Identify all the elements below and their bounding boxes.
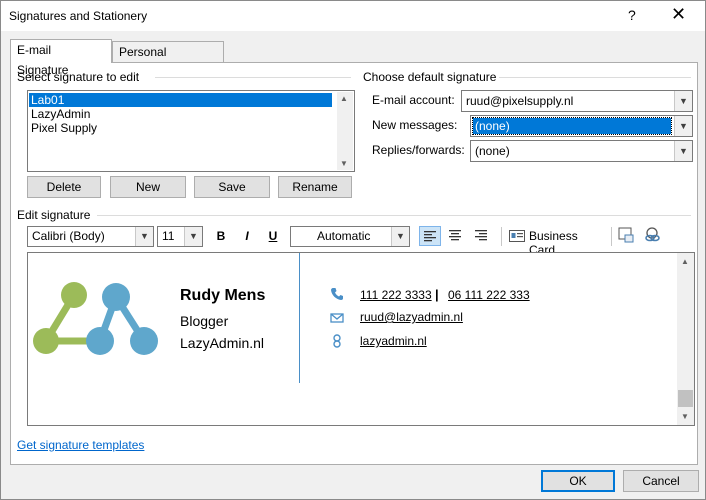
scroll-up-icon[interactable]: ▲: [340, 94, 348, 103]
email-account-value: ruud@pixelsupply.nl: [466, 94, 574, 108]
chevron-down-icon[interactable]: ▼: [674, 116, 692, 136]
ok-button[interactable]: OK: [541, 470, 615, 492]
phone-icon: [331, 288, 343, 300]
email-account-label: E-mail account:: [372, 93, 455, 107]
chevron-down-icon[interactable]: ▼: [184, 227, 202, 246]
font-color-select[interactable]: Automatic ▼: [290, 226, 410, 247]
signatures-dialog: Signatures and Stationery ? ✕ E-mail Sig…: [0, 0, 706, 500]
new-messages-label: New messages:: [372, 118, 458, 132]
editor-scrollbar[interactable]: ▲ ▼: [677, 253, 694, 425]
scroll-down-icon[interactable]: ▼: [681, 412, 689, 421]
signature-name: Rudy Mens: [180, 287, 266, 304]
align-center-icon: [449, 230, 461, 241]
font-size-select[interactable]: 11 ▼: [157, 226, 203, 247]
choose-default-label: Choose default signature: [363, 70, 497, 84]
new-button[interactable]: New: [110, 176, 186, 198]
signature-list[interactable]: Lab01 LazyAdmin Pixel Supply ▲ ▼: [27, 90, 355, 172]
phone-separator: |: [435, 287, 439, 302]
title-bar: Signatures and Stationery ? ✕: [1, 1, 705, 31]
chevron-down-icon[interactable]: ▼: [674, 141, 692, 161]
help-button[interactable]: ?: [628, 7, 636, 23]
tab-email-signature[interactable]: E-mail Signature: [10, 39, 112, 77]
align-left-button[interactable]: [419, 226, 441, 246]
scroll-down-icon[interactable]: ▼: [340, 159, 348, 168]
picture-icon: [618, 227, 634, 243]
hyperlink-icon: [645, 227, 660, 242]
cancel-button[interactable]: Cancel: [623, 470, 699, 492]
delete-button[interactable]: Delete: [27, 176, 101, 198]
signature-site: LazyAdmin.nl: [180, 335, 265, 351]
close-button[interactable]: ✕: [671, 4, 686, 25]
select-separator: [155, 77, 351, 78]
business-card-button[interactable]: Business Card: [507, 226, 607, 257]
chevron-down-icon[interactable]: ▼: [135, 227, 153, 246]
window-title: Signatures and Stationery: [9, 9, 148, 23]
rename-button[interactable]: Rename: [278, 176, 352, 198]
get-signature-templates-link[interactable]: Get signature templates: [17, 438, 144, 452]
list-item[interactable]: LazyAdmin: [29, 107, 332, 121]
default-separator: [499, 77, 691, 78]
signature-editor[interactable]: Rudy Mens Blogger LazyAdmin.nl 111 222 3…: [27, 252, 695, 426]
align-right-icon: [475, 230, 487, 241]
insert-picture-button[interactable]: [617, 226, 637, 246]
lazyadmin-logo: [33, 282, 158, 355]
scroll-up-icon[interactable]: ▲: [681, 257, 689, 266]
signature-role: Blogger: [180, 313, 229, 329]
chevron-down-icon[interactable]: ▼: [674, 91, 692, 111]
replies-forwards-label: Replies/forwards:: [372, 143, 465, 157]
phone-1[interactable]: 111 222 3333: [360, 288, 432, 302]
new-messages-value: (none): [472, 117, 672, 135]
business-card-icon: [509, 230, 525, 242]
signature-divider: [299, 253, 300, 383]
insert-hyperlink-button[interactable]: [643, 226, 663, 246]
italic-button[interactable]: I: [239, 226, 255, 246]
chevron-down-icon[interactable]: ▼: [391, 227, 409, 246]
list-item[interactable]: Pixel Supply: [29, 121, 332, 135]
phone-2[interactable]: 06 111 222 333: [448, 288, 530, 302]
font-select[interactable]: Calibri (Body) ▼: [27, 226, 154, 247]
email-signature-panel: Select signature to edit Lab01 LazyAdmin…: [10, 62, 698, 465]
font-value: Calibri (Body): [32, 229, 105, 243]
font-color-value: Automatic: [317, 229, 371, 243]
underline-button[interactable]: U: [265, 226, 281, 246]
edit-signature-label: Edit signature: [17, 208, 91, 222]
replies-forwards-value: (none): [475, 144, 510, 158]
new-messages-select[interactable]: (none) ▼: [470, 115, 693, 137]
list-scrollbar[interactable]: ▲ ▼: [337, 92, 353, 170]
font-size-value: 11: [162, 229, 175, 243]
align-left-icon: [424, 231, 436, 242]
align-right-button[interactable]: [471, 226, 493, 246]
bold-button[interactable]: B: [213, 226, 229, 246]
scroll-thumb[interactable]: [678, 390, 693, 407]
save-button[interactable]: Save: [194, 176, 270, 198]
mail-icon: [330, 313, 344, 323]
list-item[interactable]: Lab01: [29, 93, 332, 107]
email-account-select[interactable]: ruud@pixelsupply.nl ▼: [461, 90, 693, 112]
signature-website[interactable]: lazyadmin.nl: [360, 334, 427, 348]
toolbar-divider: [501, 227, 502, 246]
edit-separator: [97, 215, 691, 216]
align-center-button[interactable]: [445, 226, 467, 246]
replies-forwards-select[interactable]: (none) ▼: [470, 140, 693, 162]
link-icon: [333, 334, 341, 348]
toolbar-divider: [611, 227, 612, 246]
signature-email[interactable]: ruud@lazyadmin.nl: [360, 310, 463, 324]
tab-personal-stationery[interactable]: Personal Stationery: [112, 41, 224, 79]
